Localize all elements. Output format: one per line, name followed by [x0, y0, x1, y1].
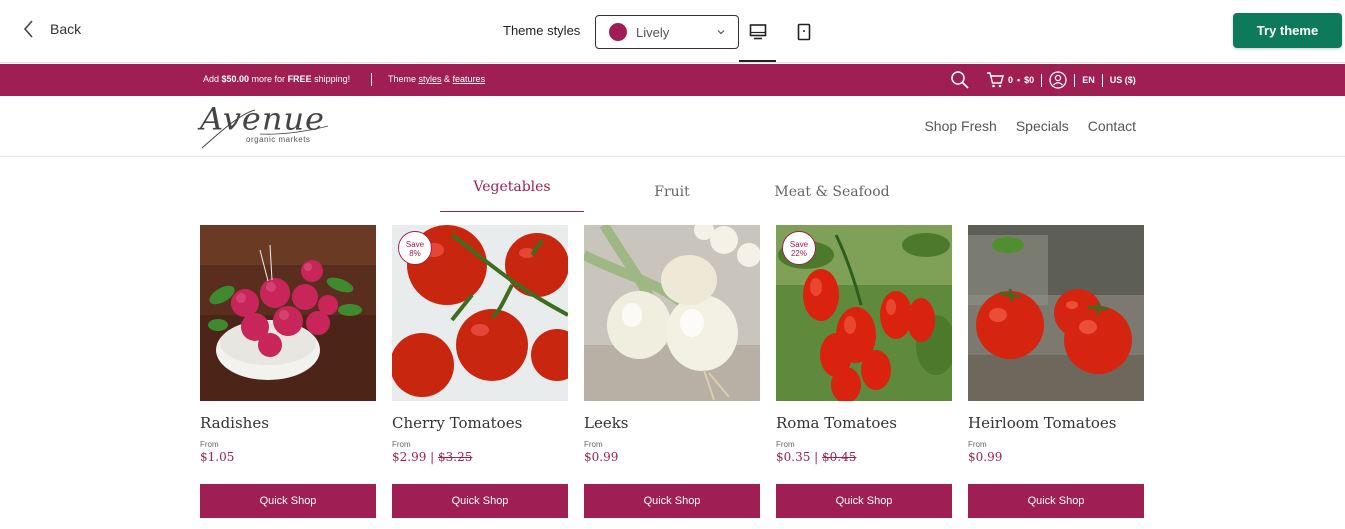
compare-at-price: $3.25 — [438, 450, 473, 464]
product-price: $1.05 — [200, 450, 376, 464]
theme-links: Theme styles & features — [388, 74, 485, 84]
product-name[interactable]: Radishes — [200, 414, 376, 432]
badge-line2: 22% — [790, 249, 807, 258]
badge-line1: Save — [405, 240, 425, 249]
cart-icon — [987, 72, 1004, 88]
product-card: Save 8% Cherry Tomatoes From $2.99 | $3.2… — [392, 225, 568, 518]
product-card: Radishes From $1.05 Quick Shop — [200, 225, 376, 518]
price-from-label: From — [968, 440, 987, 449]
product-price: $0.99 — [584, 450, 760, 464]
selected-style: Lively — [636, 24, 670, 40]
theme-styles-label: Theme styles — [503, 23, 581, 38]
store-header: Avenue organic markets Shop Fresh Specia… — [0, 96, 1345, 157]
nav-item-shop-fresh[interactable]: Shop Fresh — [924, 118, 996, 134]
features-link[interactable]: features — [453, 74, 486, 84]
style-swatch — [609, 23, 627, 41]
cart-total: $0 — [1024, 75, 1035, 85]
search-icon — [951, 71, 969, 89]
nav-item-specials[interactable]: Specials — [1016, 118, 1069, 134]
nav-item-contact[interactable]: Contact — [1088, 118, 1136, 134]
quick-shop-button[interactable]: Quick Shop — [392, 484, 568, 518]
divider — [1101, 73, 1103, 87]
product-name[interactable]: Heirloom Tomatoes — [968, 414, 1144, 432]
account-button[interactable] — [1049, 71, 1067, 89]
try-theme-button[interactable]: Try theme — [1233, 13, 1342, 48]
store-logo[interactable]: Avenue organic markets — [200, 101, 330, 152]
quick-shop-button[interactable]: Quick Shop — [776, 484, 952, 518]
announcement-bar: Add $50.00 more for FREE shipping! Theme… — [0, 64, 1345, 96]
tab-vegetables[interactable]: Vegetables — [440, 179, 584, 212]
language-selector[interactable]: EN — [1082, 75, 1095, 85]
product-card: Leeks From $0.99 Quick Shop — [584, 225, 760, 518]
chevron-left-icon — [23, 20, 33, 38]
mobile-icon — [797, 23, 810, 41]
amp: & — [441, 74, 453, 84]
collection-tabs: Vegetables Fruit Meat & Seafood — [0, 176, 1345, 212]
main-nav: Shop Fresh Specials Contact — [924, 118, 1136, 134]
product-price: $0.35 | $0.45 — [776, 450, 857, 464]
tab-meat-seafood[interactable]: Meat & Seafood — [760, 184, 904, 217]
shipping-middle: more for — [249, 74, 288, 84]
quick-shop-button[interactable]: Quick Shop — [968, 484, 1144, 518]
free-shipping-message: Add $50.00 more for FREE shipping! — [203, 74, 350, 84]
product-name[interactable]: Cherry Tomatoes — [392, 414, 568, 432]
currency-selector[interactable]: US ($) — [1110, 75, 1136, 85]
back-button[interactable]: Back — [22, 18, 81, 40]
shipping-suffix: shipping! — [311, 74, 351, 84]
badge-line2: 8% — [409, 249, 421, 258]
product-card: Heirloom Tomatoes From $0.99 Quick Shop — [968, 225, 1144, 518]
product-name[interactable]: Leeks — [584, 414, 760, 432]
theme-style-select[interactable]: Lively — [595, 15, 739, 49]
compare-at-price: $0.45 — [822, 450, 857, 464]
shipping-free: FREE — [287, 74, 312, 84]
tab-fruit[interactable]: Fruit — [622, 184, 722, 217]
divider — [1074, 73, 1076, 87]
save-badge: Save 8% — [398, 231, 432, 265]
sale-price: $1.05 — [200, 450, 235, 464]
divider — [371, 73, 372, 86]
product-price: $0.99 — [968, 450, 1144, 464]
product-image-leeks[interactable] — [584, 225, 760, 401]
mobile-preview-button[interactable] — [785, 17, 822, 47]
logo-flourish — [201, 109, 329, 149]
desktop-preview-button[interactable] — [739, 17, 776, 62]
account-icon — [1049, 71, 1067, 89]
badge-line1: Save — [789, 240, 809, 249]
price-from-label: From — [776, 440, 795, 449]
product-price: $2.99 | $3.25 — [392, 450, 473, 464]
logo-tagline: organic markets — [246, 135, 311, 144]
bullet: • — [1017, 75, 1021, 85]
theme-editor-bar: Back Theme styles Lively Try theme — [0, 0, 1345, 63]
shipping-amount: $50.00 — [221, 74, 250, 84]
price-from-label: From — [200, 440, 219, 449]
desktop-icon — [749, 24, 766, 40]
product-image-cherry-tomatoes[interactable]: Save 8% — [392, 225, 568, 401]
save-badge: Save 22% — [782, 231, 816, 265]
back-label: Back — [50, 21, 82, 37]
quick-shop-button[interactable]: Quick Shop — [200, 484, 376, 518]
divider — [1041, 73, 1043, 87]
cart-count: 0 — [1008, 75, 1014, 85]
product-image-radishes[interactable] — [200, 225, 376, 401]
sale-price: $0.99 — [584, 450, 619, 464]
utility-nav: 0 • $0 EN US ($) — [950, 70, 1136, 90]
sale-price: $2.99 — [392, 450, 427, 464]
quick-shop-button[interactable]: Quick Shop — [584, 484, 760, 518]
shipping-prefix: Add — [203, 74, 222, 84]
price-from-label: From — [584, 440, 603, 449]
theme-prefix: Theme — [388, 74, 419, 84]
cart-button[interactable]: 0 • $0 — [986, 71, 1034, 89]
product-card: Save 22% Roma Tomatoes From $0.35 | $0.45… — [776, 225, 952, 518]
styles-link[interactable]: styles — [419, 74, 442, 84]
chevron-down-icon — [717, 30, 725, 35]
product-image-roma-tomatoes[interactable]: Save 22% — [776, 225, 952, 401]
search-button[interactable] — [950, 70, 970, 90]
sale-price: $0.35 — [776, 450, 811, 464]
sale-price: $0.99 — [968, 450, 1003, 464]
product-image-heirloom-tomatoes[interactable] — [968, 225, 1144, 401]
product-name[interactable]: Roma Tomatoes — [776, 414, 952, 432]
price-from-label: From — [392, 440, 411, 449]
